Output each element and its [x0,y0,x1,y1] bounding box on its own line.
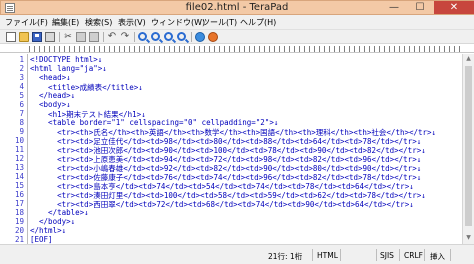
scrollbar-thumb[interactable] [465,66,472,226]
code-line: </head>↓ [30,91,76,100]
save-icon[interactable] [32,32,42,42]
line-number: 19 [14,217,24,226]
ruler-ticks [29,46,464,52]
title-bar: file02.html - TeraPad — ☐ ✕ [0,0,474,15]
redo-icon[interactable]: ↷ [120,32,130,42]
eof-marker: [EOF] [30,235,53,244]
line-number: 6 [19,100,24,109]
print-icon[interactable] [45,32,55,42]
line-number: 21 [14,235,24,244]
code-line: <body>↓ [30,100,71,109]
code-line: </html>↓ [30,226,67,235]
toolbar-separator [103,32,104,42]
status-separator [399,249,400,261]
status-separator [312,249,313,261]
open-folder-icon[interactable] [19,32,29,42]
status-bar: 21行: 1桁 HTML SJIS CRLF 挿入 [0,244,474,264]
line-number: 18 [14,208,24,217]
find-prev-icon[interactable] [164,32,173,41]
minimize-button[interactable]: — [382,1,406,14]
menu-tools[interactable]: ツール(T) [202,17,237,28]
close-button[interactable]: ✕ [434,1,474,14]
maximize-button[interactable]: ☐ [408,1,432,14]
undo-icon[interactable]: ↶ [107,32,117,42]
line-number: 15 [14,181,24,190]
menu-file[interactable]: ファイル(F) [5,17,48,28]
code-line: </table>↓ [30,208,89,217]
line-number: 14 [14,172,24,181]
paste-icon[interactable] [89,32,99,42]
line-number: 5 [19,91,24,100]
line-number: 10 [14,136,24,145]
code-line: <!DOCTYPE html>↓ [30,55,103,64]
line-number: 1 [19,55,24,64]
cursor-position: 21行: 1桁 [268,252,303,261]
insert-mode-indicator[interactable]: 挿入 [430,251,445,262]
new-file-icon[interactable] [6,32,16,42]
menu-bar: ファイル(F) 編集(E) 検索(S) 表示(V) ウィンドウ(W) ツール(T… [0,15,474,30]
line-number: 4 [19,82,24,91]
gutter-divider [27,54,28,244]
code-line: </body>↓ [30,217,76,226]
cut-icon[interactable]: ✂ [63,32,73,42]
replace-icon[interactable] [177,32,186,41]
status-separator [376,249,377,261]
toolbar-separator [59,32,60,42]
line-number: 20 [14,226,24,235]
code-line: <html lang="ja">↓ [30,64,107,73]
code-line: <head>↓ [30,73,71,82]
line-number: 11 [14,145,24,154]
scroll-down-arrow-icon[interactable]: ▼ [463,233,474,243]
find-icon[interactable] [138,32,147,41]
status-separator [450,249,451,261]
newline-indicator[interactable]: CRLF [404,251,423,260]
scroll-up-arrow-icon[interactable]: ▲ [463,54,474,64]
line-number: 16 [14,190,24,199]
line-number: 17 [14,199,24,208]
toolbar: ✂ ↶ ↷ [0,30,474,44]
find-next-icon[interactable] [151,32,160,41]
status-separator [424,249,425,261]
line-number: 12 [14,154,24,163]
line-number: 3 [19,73,24,82]
line-number: 2 [19,64,24,73]
line-number: 8 [19,118,24,127]
status-separator [340,249,341,261]
line-number: 13 [14,163,24,172]
toolbar-separator [134,32,135,42]
column-ruler [0,44,474,53]
menu-search[interactable]: 検索(S) [85,17,112,28]
line-number: 9 [19,127,24,136]
toolbar-separator [191,32,192,42]
copy-icon[interactable] [76,32,86,42]
menu-edit[interactable]: 編集(E) [52,17,79,28]
firefox-icon[interactable] [208,32,218,42]
menu-window[interactable]: ウィンドウ(W) [151,17,205,28]
vertical-scrollbar[interactable]: ▲ ▼ [462,54,474,244]
line-number: 7 [19,109,24,118]
menu-view[interactable]: 表示(V) [118,17,146,28]
code-line: <table border="1" cellspacing="0" cellpa… [30,118,279,127]
text-editor[interactable]: 1 2 3 4 5 6 7 8 9 10 11 12 13 14 15 16 1… [0,54,462,244]
internet-explorer-icon[interactable] [195,32,205,42]
encoding-indicator[interactable]: SJIS [380,251,394,260]
menu-help[interactable]: ヘルプ(H) [240,17,276,28]
syntax-mode[interactable]: HTML [317,251,338,260]
